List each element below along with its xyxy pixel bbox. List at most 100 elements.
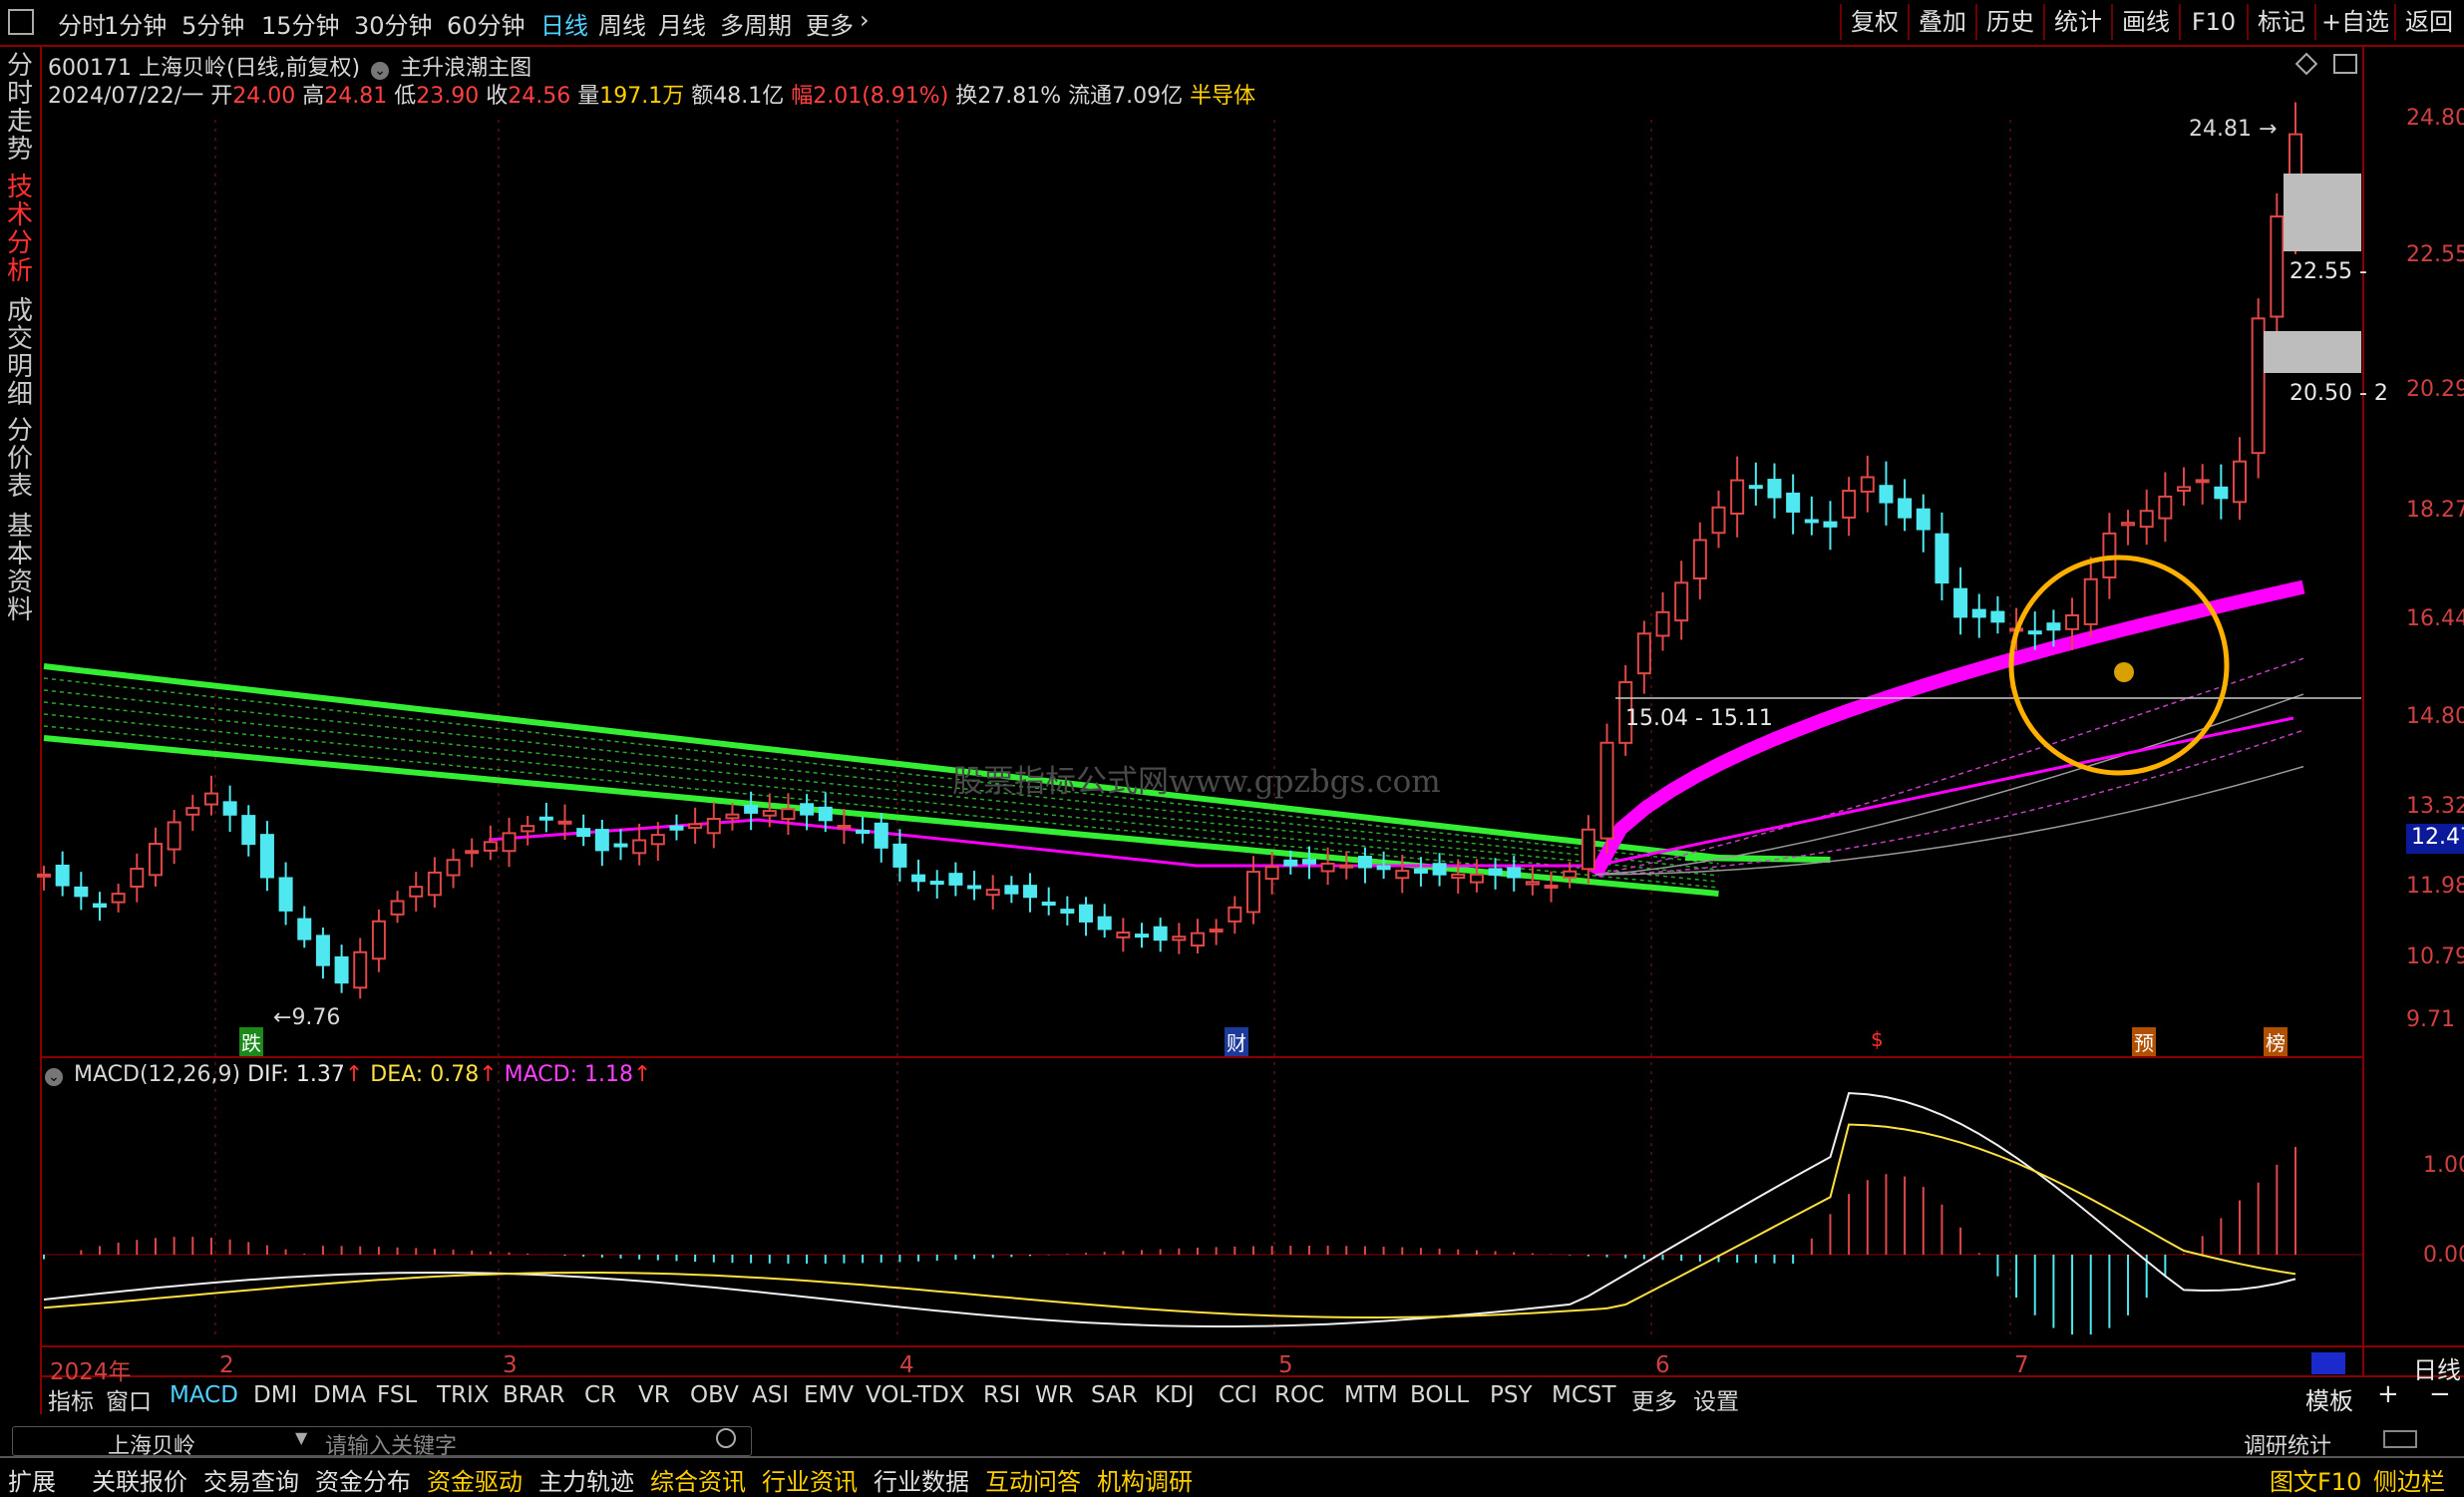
indicator-item[interactable]: CR bbox=[584, 1382, 616, 1408]
indicator-item[interactable]: MACD bbox=[170, 1382, 238, 1408]
candle-body bbox=[1432, 863, 1447, 876]
chevron-down-icon[interactable]: ⌄ bbox=[45, 1068, 63, 1086]
candle-body bbox=[1692, 539, 1707, 580]
candle-body bbox=[2214, 486, 2229, 500]
indicator-item[interactable]: 设置 bbox=[1693, 1382, 1739, 1416]
event-mark-bang[interactable]: 榜 bbox=[2264, 1027, 2288, 1056]
indicator-item[interactable]: WR bbox=[1035, 1382, 1074, 1408]
candle-body bbox=[1544, 885, 1559, 890]
current-price-tag: 12.47 bbox=[2411, 825, 2464, 850]
gap-zone-lower bbox=[2264, 331, 2361, 373]
candle-body bbox=[1953, 587, 1968, 618]
indicator-item[interactable]: MTM bbox=[1344, 1382, 1398, 1408]
candle-body bbox=[1413, 868, 1428, 874]
candle-body bbox=[688, 823, 703, 830]
tab-related-quotes[interactable]: 关联报价 bbox=[92, 1462, 187, 1497]
candle-body bbox=[1079, 904, 1094, 923]
tab-industry-data[interactable]: 行业数据 bbox=[874, 1462, 969, 1497]
candle-body bbox=[1245, 871, 1260, 914]
dropdown-icon[interactable]: ▼ bbox=[295, 1428, 307, 1447]
event-mark-die[interactable]: 跌 bbox=[239, 1027, 263, 1056]
price-axis-label: 14.80 bbox=[2406, 704, 2464, 729]
search-icon[interactable] bbox=[716, 1428, 736, 1448]
indicator-item[interactable]: ASI bbox=[752, 1382, 789, 1408]
indicator-item[interactable]: SAR bbox=[1091, 1382, 1138, 1408]
indicator-item[interactable]: KDJ bbox=[1155, 1382, 1195, 1408]
zone-label-lower: 20.50 - 2 bbox=[2289, 381, 2388, 406]
indicator-item[interactable]: VR bbox=[638, 1382, 670, 1408]
tab-fund-drive[interactable]: 资金驱动 bbox=[427, 1462, 523, 1497]
tab-industry-news[interactable]: 行业资讯 bbox=[762, 1462, 858, 1497]
candle-body bbox=[2083, 577, 2098, 625]
candle-body bbox=[1451, 873, 1466, 880]
candle-body bbox=[203, 792, 218, 806]
gap-zone-upper bbox=[2284, 174, 2361, 251]
candle-body bbox=[465, 850, 480, 855]
macd-value: MACD: 1.18 bbox=[504, 1062, 633, 1087]
event-mark-yu[interactable]: 预 bbox=[2132, 1027, 2156, 1056]
arrow-up-icon: ↑ bbox=[479, 1062, 498, 1087]
indicator-item[interactable]: ROC bbox=[1274, 1382, 1324, 1408]
candle-body bbox=[837, 825, 852, 830]
x-axis-label: 5 bbox=[1278, 1352, 1293, 1378]
candle-body bbox=[1935, 533, 1949, 584]
candle-body bbox=[1879, 485, 1894, 504]
candle-body bbox=[167, 821, 181, 851]
candle-body bbox=[1636, 632, 1651, 675]
candle-body bbox=[2139, 510, 2154, 529]
candle-body bbox=[1339, 864, 1354, 869]
candle-body bbox=[1153, 926, 1168, 941]
x-axis-label: 4 bbox=[899, 1352, 914, 1378]
candle-body bbox=[1730, 479, 1745, 515]
indicator-item[interactable]: TRIX bbox=[437, 1382, 490, 1408]
candle-body bbox=[1172, 936, 1187, 941]
candle-body bbox=[1228, 906, 1242, 923]
indicator-item[interactable]: EMV bbox=[804, 1382, 854, 1408]
indicator-item[interactable]: FSL bbox=[377, 1382, 417, 1408]
candle-body bbox=[297, 918, 312, 940]
indicator-item[interactable]: PSY bbox=[1490, 1382, 1533, 1408]
indicator-item[interactable]: DMI bbox=[253, 1382, 297, 1408]
indicator-item[interactable]: 指标 bbox=[48, 1382, 94, 1416]
tab-f10-graphic[interactable]: 图文F10 bbox=[2270, 1462, 2361, 1497]
candle-body bbox=[315, 935, 330, 966]
indicator-item[interactable]: BOLL bbox=[1410, 1382, 1469, 1408]
candle-body bbox=[1041, 902, 1056, 907]
indicator-item[interactable]: 窗口 bbox=[106, 1382, 152, 1416]
candle-body bbox=[1655, 610, 1670, 637]
plus-icon[interactable]: + bbox=[2377, 1379, 2399, 1409]
event-mark-cai[interactable]: 财 bbox=[1225, 1027, 1248, 1056]
ma-band-line bbox=[43, 725, 1719, 889]
tab-qa[interactable]: 互动问答 bbox=[985, 1462, 1081, 1497]
tab-news[interactable]: 综合资讯 bbox=[650, 1462, 746, 1497]
candle-body bbox=[130, 868, 145, 888]
candle-body bbox=[1488, 868, 1503, 876]
tab-fund-distribution[interactable]: 资金分布 bbox=[315, 1462, 411, 1497]
tab-trade-query[interactable]: 交易查询 bbox=[203, 1462, 299, 1497]
tab-main-force[interactable]: 主力轨迹 bbox=[538, 1462, 634, 1497]
candle-body bbox=[1823, 521, 1838, 528]
tab-institution[interactable]: 机构调研 bbox=[1097, 1462, 1193, 1497]
candle-body bbox=[2121, 522, 2136, 527]
indicator-item[interactable]: BRAR bbox=[503, 1382, 565, 1408]
candle-body bbox=[353, 950, 368, 989]
indicator-item[interactable]: CCI bbox=[1219, 1382, 1257, 1408]
macd-dea-line bbox=[43, 1123, 2296, 1318]
indicator-item[interactable]: OBV bbox=[690, 1382, 739, 1408]
candle-body bbox=[241, 815, 256, 846]
minus-icon[interactable]: − bbox=[2429, 1379, 2451, 1409]
candle-body bbox=[929, 881, 944, 886]
candle-body bbox=[1767, 479, 1782, 499]
event-mark-dollar[interactable]: $ bbox=[1871, 1027, 1884, 1051]
indicator-item[interactable]: MCST bbox=[1552, 1382, 1616, 1408]
indicator-item[interactable]: RSI bbox=[983, 1382, 1020, 1408]
candle-body bbox=[1748, 485, 1763, 490]
indicator-item[interactable]: 更多 bbox=[1631, 1382, 1677, 1416]
indicator-item[interactable]: VOL-TDX bbox=[866, 1382, 965, 1408]
template-button[interactable]: 模板 bbox=[2305, 1381, 2353, 1416]
indicator-item[interactable]: DMA bbox=[313, 1382, 366, 1408]
candle-body bbox=[1581, 828, 1595, 871]
tab-expand[interactable]: 扩展 bbox=[8, 1462, 56, 1497]
layout-icon[interactable] bbox=[2383, 1430, 2417, 1448]
tab-sidebar[interactable]: 侧边栏 bbox=[2373, 1462, 2445, 1497]
